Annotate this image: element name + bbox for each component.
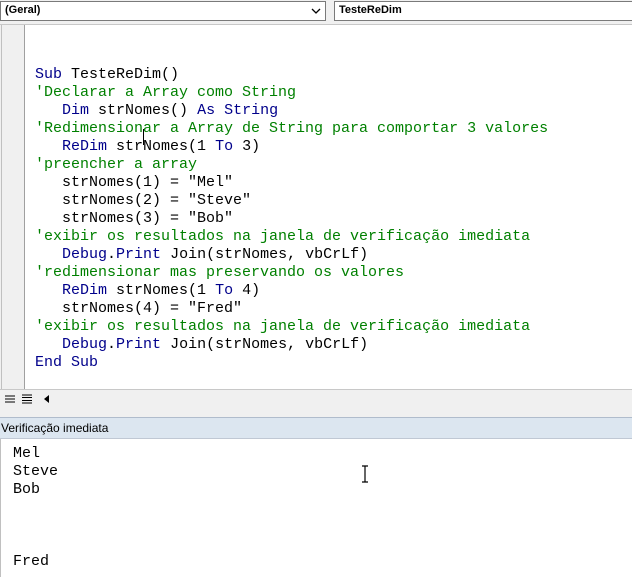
code-line[interactable]: Debug.Print Join(strNomes, vbCrLf) [35,336,548,354]
code-line[interactable]: strNomes(1) = "Mel" [35,174,548,192]
code-line[interactable]: Dim strNomes() As String [35,102,548,120]
code-line[interactable]: 'exibir os resultados na janela de verif… [35,228,548,246]
code-comment: 'exibir os resultados na janela de verif… [35,228,531,245]
code-line[interactable]: strNomes(3) = "Bob" [35,210,548,228]
code-token: strNomes() [98,102,198,119]
code-keyword: Print [116,246,171,263]
code-line[interactable]: strNomes(2) = "Steve" [35,192,548,210]
margin-indicator-bar[interactable] [0,25,25,389]
code-keyword: ReDim [62,282,117,299]
code-keyword: As String [197,102,279,119]
code-comment: 'preencher a array [35,156,198,173]
full-module-view-icon [22,394,32,403]
procedure-dropdown[interactable]: TesteReDim [334,1,632,21]
code-comment: 'Declarar a Array como String [35,84,297,101]
code-token: 4) [242,282,261,299]
code-keyword: Debug [62,336,108,353]
code-token: . [107,336,117,353]
code-keyword: Sub [35,66,72,83]
code-keyword: To [215,138,243,155]
code-line[interactable]: 'exibir os resultados na janela de verif… [35,318,548,336]
code-line[interactable]: 'redimensionar mas preservando os valore… [35,264,548,282]
code-token: 3) [242,138,261,155]
chevron-down-icon[interactable] [308,3,324,19]
code-line[interactable]: ReDim strNomes(1 To 3) [35,138,548,156]
object-dropdown-value: (Geral) [5,4,41,16]
code-text[interactable]: Sub TesteReDim() 'Declarar a Array como S… [35,66,548,372]
code-line[interactable]: Debug.Print Join(strNomes, vbCrLf) [35,246,548,264]
immediate-output-line: Mel [13,445,41,462]
procedure-view-button[interactable] [2,391,18,406]
code-keyword: Debug [62,246,108,263]
code-keyword: Print [116,336,171,353]
ibeam-cursor-icon [360,465,370,483]
code-keyword: End Sub [35,354,99,371]
code-comment: 'redimensionar mas preservando os valore… [35,264,405,281]
code-token: . [107,246,117,263]
code-window-toolbar: (Geral) TesteReDim [0,0,632,25]
code-token: TesteReDim() [71,66,180,83]
code-line[interactable]: 'Declarar a Array como String [35,84,548,102]
code-keyword: ReDim [62,138,117,155]
code-keyword: Dim [62,102,99,119]
code-token: strNomes(4) = "Fred" [35,300,243,317]
code-token: strNomes(1 [116,282,216,299]
immediate-output-line: Bob [13,481,41,498]
code-comment: 'exibir os resultados na janela de verif… [35,318,531,335]
code-token: Join(strNomes, vbCrLf) [170,246,369,263]
code-line[interactable]: 'Redimensionar a Array de String para co… [35,120,548,138]
immediate-window-title: Verificação imediata [1,421,109,435]
object-dropdown[interactable]: (Geral) [0,1,326,21]
code-token: strNomes(1) = "Mel" [35,174,234,191]
code-line[interactable]: End Sub [35,354,548,372]
triangle-left-icon [44,395,49,403]
text-caret [143,129,144,145]
immediate-output-line: Steve [13,463,59,480]
scroll-left-button[interactable] [40,392,54,406]
immediate-window-title-bar[interactable]: Verificação imediata [0,417,632,439]
immediate-output-line: Fred [13,553,50,570]
code-line[interactable]: strNomes(4) = "Fred" [35,300,548,318]
procedure-dropdown-value: TesteReDim [339,4,402,16]
procedure-view-icon [5,395,15,402]
full-module-view-button[interactable] [19,391,35,406]
horizontal-scrollbar[interactable] [0,389,632,408]
code-token: Join(strNomes, vbCrLf) [170,336,369,353]
code-keyword: To [215,282,243,299]
pane-splitter[interactable] [0,407,632,417]
code-editor[interactable]: Sub TesteReDim() 'Declarar a Array como S… [0,25,632,389]
code-line[interactable]: ReDim strNomes(1 To 4) [35,282,548,300]
code-line[interactable]: Sub TesteReDim() [35,66,548,84]
code-token: strNomes(2) = "Steve" [35,192,252,209]
code-token: strNomes(1 [116,138,216,155]
code-token: strNomes(3) = "Bob" [35,210,234,227]
code-line[interactable]: 'preencher a array [35,156,548,174]
immediate-window[interactable]: Mel Steve Bob Fred [0,439,632,577]
code-comment: 'Redimensionar a Array de String para co… [35,120,549,137]
